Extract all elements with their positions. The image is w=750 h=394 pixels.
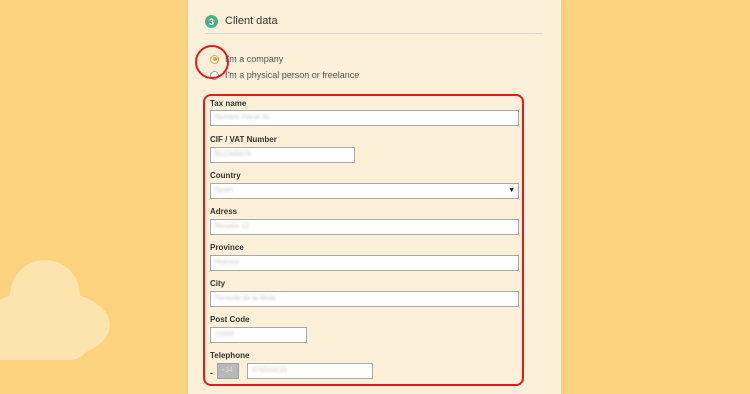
vat-number-label: CIF / VAT Number [210, 135, 277, 144]
telephone-value: 976543210 [252, 367, 288, 374]
telephone-prefix-value: +34 [221, 367, 233, 374]
dropdown-arrow-icon: ▼ [508, 187, 515, 194]
section-header: 3 Client data [205, 12, 543, 34]
post-code-value: 11000 [215, 331, 234, 338]
country-value: Spain [215, 187, 233, 194]
radio-company-label[interactable]: I'm a company [225, 54, 283, 64]
highlight-circle [195, 45, 229, 79]
vat-number-value: B12345678 [215, 151, 251, 158]
country-label: Country [210, 171, 241, 180]
post-code-input[interactable]: 11000 [210, 327, 307, 343]
telephone-input[interactable]: 976543210 [247, 363, 373, 379]
country-select[interactable]: Spain ▼ [210, 183, 519, 199]
province-input[interactable]: Huesca [210, 255, 519, 271]
client-data-panel: 3 Client data I'm a company I'm a physic… [188, 0, 561, 394]
city-value: Torrente de la Mota [215, 295, 276, 302]
vat-number-input[interactable]: B12345678 [210, 147, 355, 163]
section-title: Client data [225, 15, 278, 27]
address-input[interactable]: Rosario 12 [210, 219, 519, 235]
step-number-badge: 3 [205, 15, 218, 28]
radio-person[interactable]: I'm a physical person or freelance [210, 70, 359, 80]
telephone-separator: - [210, 368, 213, 378]
city-label: City [210, 279, 226, 288]
city-input[interactable]: Torrente de la Mota [210, 291, 519, 307]
address-value: Rosario 12 [215, 223, 249, 230]
tax-name-input[interactable]: Nombre Fiscal SL [210, 110, 519, 126]
telephone-label: Telephone [210, 351, 250, 360]
tax-name-label: Tax name [210, 99, 247, 108]
radio-person-label[interactable]: I'm a physical person or freelance [225, 70, 359, 80]
tax-name-value: Nombre Fiscal SL [215, 114, 271, 121]
background-cloud-base [0, 320, 90, 360]
address-label: Adress [210, 207, 238, 216]
telephone-prefix-select[interactable]: +34 [217, 363, 239, 379]
post-code-label: Post Code [210, 315, 250, 324]
province-value: Huesca [215, 259, 239, 266]
province-label: Province [210, 243, 244, 252]
